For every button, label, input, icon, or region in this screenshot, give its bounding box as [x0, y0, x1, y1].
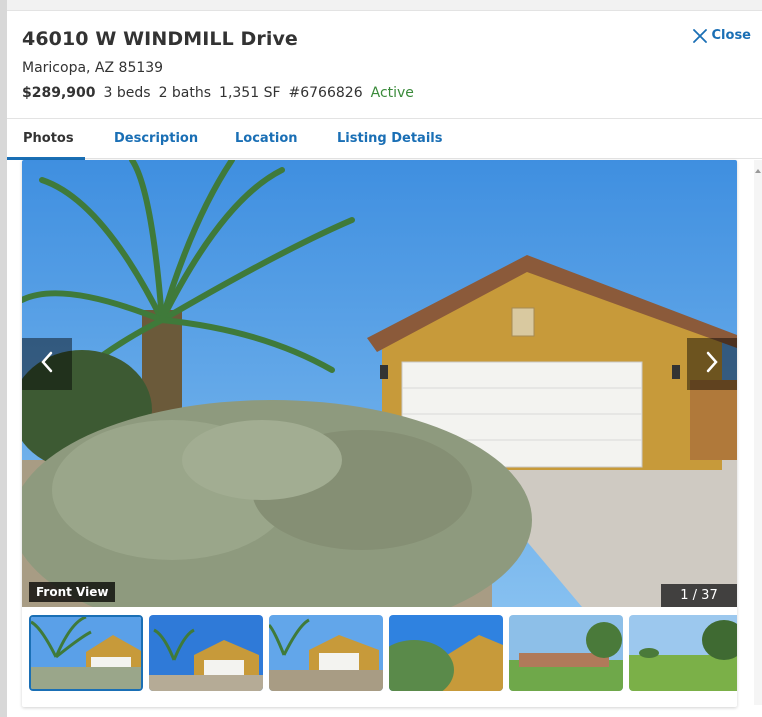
photo-gallery: Front View 1 / 37 — [22, 160, 737, 707]
next-photo-button[interactable] — [687, 338, 737, 390]
listing-city-state: Maricopa, AZ 85139 — [22, 60, 164, 76]
main-photo[interactable] — [22, 160, 737, 607]
chevron-right-icon — [705, 351, 719, 377]
listing-header: 46010 W WINDMILL Drive Maricopa, AZ 8513… — [22, 28, 414, 101]
listing-price: $289,900 — [22, 85, 96, 101]
listing-modal: 46010 W WINDMILL Drive Maricopa, AZ 8513… — [7, 10, 762, 717]
close-icon — [692, 28, 707, 43]
close-label: Close — [711, 28, 751, 43]
scroll-up-icon — [755, 169, 761, 173]
thumbnail-strip — [29, 615, 737, 691]
scrollbar[interactable] — [754, 160, 762, 705]
thumbnail-1[interactable] — [29, 615, 143, 691]
listing-beds: 3 beds — [103, 85, 151, 101]
thumbnail-4[interactable] — [389, 615, 503, 691]
listing-facts: $289,900 3 beds 2 baths 1,351 SF #676682… — [22, 85, 414, 101]
tab-listing-details[interactable]: Listing Details — [337, 131, 442, 146]
thumbnail-2[interactable] — [149, 615, 263, 691]
listing-area: 1,351 SF — [219, 85, 281, 101]
listing-tabs: Photos Description Location Listing Deta… — [7, 118, 762, 160]
listing-baths: 2 baths — [158, 85, 212, 101]
tab-description[interactable]: Description — [114, 131, 198, 146]
photo-caption: Front View — [29, 582, 116, 602]
close-button[interactable]: Close — [692, 28, 751, 43]
photo-counter: 1 / 37 — [661, 584, 737, 607]
listing-mls-number: #6766826 — [288, 85, 363, 101]
tab-photos[interactable]: Photos — [23, 131, 74, 146]
background-overlay — [0, 0, 7, 717]
chevron-left-icon — [40, 351, 54, 377]
tab-location[interactable]: Location — [235, 131, 298, 146]
listing-status: Active — [370, 85, 414, 101]
thumbnail-3[interactable] — [269, 615, 383, 691]
thumbnail-6[interactable] — [629, 615, 737, 691]
thumbnail-5[interactable] — [509, 615, 623, 691]
listing-address: 46010 W WINDMILL Drive — [22, 28, 298, 50]
previous-photo-button[interactable] — [22, 338, 72, 390]
